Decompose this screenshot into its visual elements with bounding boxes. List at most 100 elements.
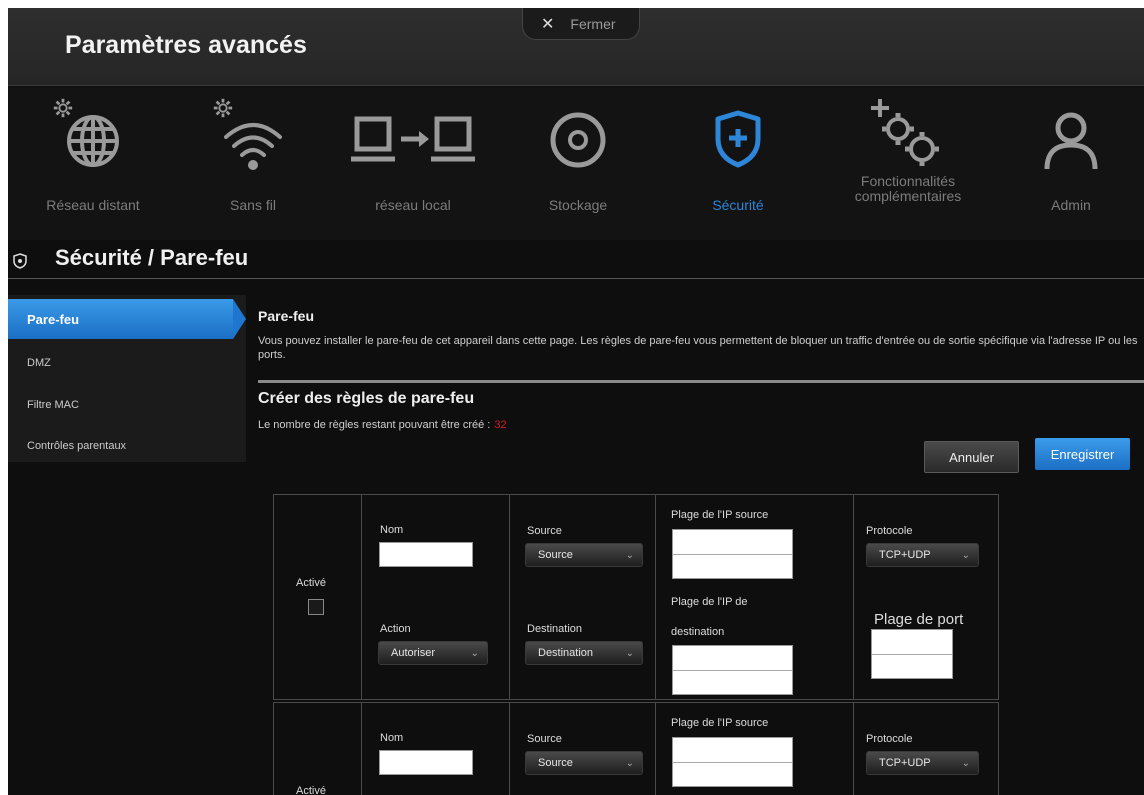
protocol-port-cell: Protocole TCP+UDP ⌄ Plage de port <box>854 495 998 699</box>
chevron-down-icon: ⌄ <box>625 550 634 561</box>
nav-item-wireless[interactable]: Sans fil <box>178 87 328 237</box>
globe-icon <box>67 115 119 167</box>
chevron-down-icon: ⌄ <box>470 648 479 659</box>
content-heading: Pare-feu <box>258 308 315 324</box>
shield-plus-icon <box>715 110 761 168</box>
source-value: Source <box>538 757 573 769</box>
name-input[interactable] <box>379 542 473 567</box>
action-value: Autoriser <box>391 647 436 659</box>
content-description: Vous pouvez installer le pare-feu de cet… <box>258 335 1138 361</box>
advanced-settings-window: Paramètres avancés ✕ Fermer Réseau dista… <box>8 8 1144 795</box>
active-cell: Activé <box>274 703 362 795</box>
active-cell: Activé <box>274 495 362 699</box>
source-ip-range-label: Plage de l'IP source <box>671 717 769 729</box>
nav-label: Sans fil <box>230 197 276 213</box>
nav-label: Fonctionnalités complémentaires <box>818 174 998 204</box>
create-rules-heading: Créer des règles de pare-feu <box>258 390 475 407</box>
nav-item-security[interactable]: Sécurité <box>658 87 818 237</box>
destination-value: Destination <box>538 647 594 659</box>
cancel-button[interactable]: Annuler <box>924 441 1019 473</box>
storage-disc-icon <box>550 112 606 168</box>
destination-ip-range-label-line1: Plage de l'IP de <box>671 596 748 608</box>
nav-label: Sécurité <box>712 197 764 213</box>
chevron-down-icon: ⌄ <box>961 758 970 769</box>
nav-item-extra-features[interactable]: Fonctionnalités complémentaires <box>818 87 998 237</box>
nav-label-line2: complémentaires <box>854 188 962 204</box>
content-divider <box>258 380 1144 383</box>
source-destination-cell: Source Source ⌄ <box>510 703 656 795</box>
close-icon: ✕ <box>541 15 555 33</box>
source-select[interactable]: Source ⌄ <box>525 543 643 567</box>
port-range-label: Plage de port <box>874 611 964 628</box>
name-label: Nom <box>380 524 404 536</box>
input-divider <box>673 762 792 763</box>
source-value: Source <box>538 549 573 561</box>
sidebar-item-firewall[interactable]: Pare-feu <box>8 299 246 339</box>
nav-label: Réseau distant <box>46 197 140 213</box>
source-ip-range-label: Plage de l'IP source <box>671 509 769 521</box>
gears-plus-icon <box>871 99 939 166</box>
local-network-icon <box>351 116 475 162</box>
nav-item-storage[interactable]: Stockage <box>498 87 658 237</box>
close-label: Fermer <box>570 15 616 32</box>
protocol-select[interactable]: TCP+UDP ⌄ <box>866 751 979 775</box>
active-label: Activé <box>296 577 326 589</box>
source-label: Source <box>527 733 562 745</box>
input-divider <box>872 654 952 655</box>
save-button[interactable]: Enregistrer <box>1035 438 1130 470</box>
remaining-rules-count: 32 <box>494 419 507 431</box>
section-title: Sécurité / Pare-feu <box>55 245 249 270</box>
ip-range-cell: Plage de l'IP source <box>656 703 854 795</box>
sidebar-item-parental-controls[interactable]: Contrôles parentaux <box>8 426 246 466</box>
protocol-port-cell: Protocole TCP+UDP ⌄ <box>854 703 998 795</box>
name-input[interactable] <box>379 750 473 775</box>
section-divider <box>8 278 1144 279</box>
action-label: Action <box>380 623 411 635</box>
nav-label-line1: Fonctionnalités <box>860 173 956 189</box>
destination-ip-range-label-line2: destination <box>671 626 725 638</box>
nav-item-local-network[interactable]: réseau local <box>328 87 498 237</box>
nav-label: Admin <box>1051 197 1091 213</box>
chevron-down-icon: ⌄ <box>625 758 634 769</box>
active-checkbox[interactable] <box>308 599 324 615</box>
settings-gear-icon <box>213 98 233 118</box>
ip-range-cell: Plage de l'IP source Plage de l'IP de de… <box>656 495 854 699</box>
remaining-rules-label: Le nombre de règles restant pouvant être… <box>258 419 491 431</box>
firewall-rule-row: Activé Nom Source Source ⌄ Plage de l'IP … <box>273 702 999 795</box>
user-icon <box>1044 112 1098 170</box>
port-range-input[interactable] <box>871 629 953 679</box>
protocol-value: TCP+UDP <box>879 549 931 561</box>
destination-ip-range-input[interactable] <box>672 645 793 695</box>
nav-item-admin[interactable]: Admin <box>998 87 1144 237</box>
protocol-label: Protocole <box>866 525 913 537</box>
chevron-down-icon: ⌄ <box>961 550 970 561</box>
window-title: Paramètres avancés <box>65 31 307 59</box>
name-action-cell: Nom <box>362 703 510 795</box>
sidebar-item-mac-filter[interactable]: Filtre MAC <box>8 385 246 425</box>
name-action-cell: Nom Action Autoriser ⌄ <box>362 495 510 699</box>
source-select[interactable]: Source ⌄ <box>525 751 643 775</box>
source-label: Source <box>527 525 562 537</box>
source-destination-cell: Source Source ⌄ Destination Destination ⌄ <box>510 495 656 699</box>
name-label: Nom <box>380 732 404 744</box>
sidebar-item-dmz[interactable]: DMZ <box>8 343 246 383</box>
protocol-select[interactable]: TCP+UDP ⌄ <box>866 543 979 567</box>
chevron-down-icon: ⌄ <box>625 648 634 659</box>
nav-label: réseau local <box>375 197 451 213</box>
source-ip-range-input[interactable] <box>672 737 793 787</box>
source-ip-range-input[interactable] <box>672 529 793 579</box>
shield-icon <box>13 253 27 269</box>
wifi-icon <box>224 123 282 170</box>
sidebar: Pare-feu DMZ Filtre MAC Contrôles parent… <box>8 295 246 462</box>
action-select[interactable]: Autoriser ⌄ <box>378 641 488 665</box>
active-label: Activé <box>296 785 326 795</box>
input-divider <box>673 670 792 671</box>
nav-label: Stockage <box>548 197 608 213</box>
protocol-value: TCP+UDP <box>879 757 931 769</box>
remaining-rules-text: Le nombre de règles restant pouvant être… <box>258 419 507 431</box>
close-button[interactable]: ✕ Fermer <box>522 8 640 40</box>
destination-select[interactable]: Destination ⌄ <box>525 641 643 665</box>
nav-item-remote-network[interactable]: Réseau distant <box>8 87 178 237</box>
destination-label: Destination <box>527 623 583 635</box>
section-header: Sécurité / Pare-feu <box>8 244 1144 280</box>
